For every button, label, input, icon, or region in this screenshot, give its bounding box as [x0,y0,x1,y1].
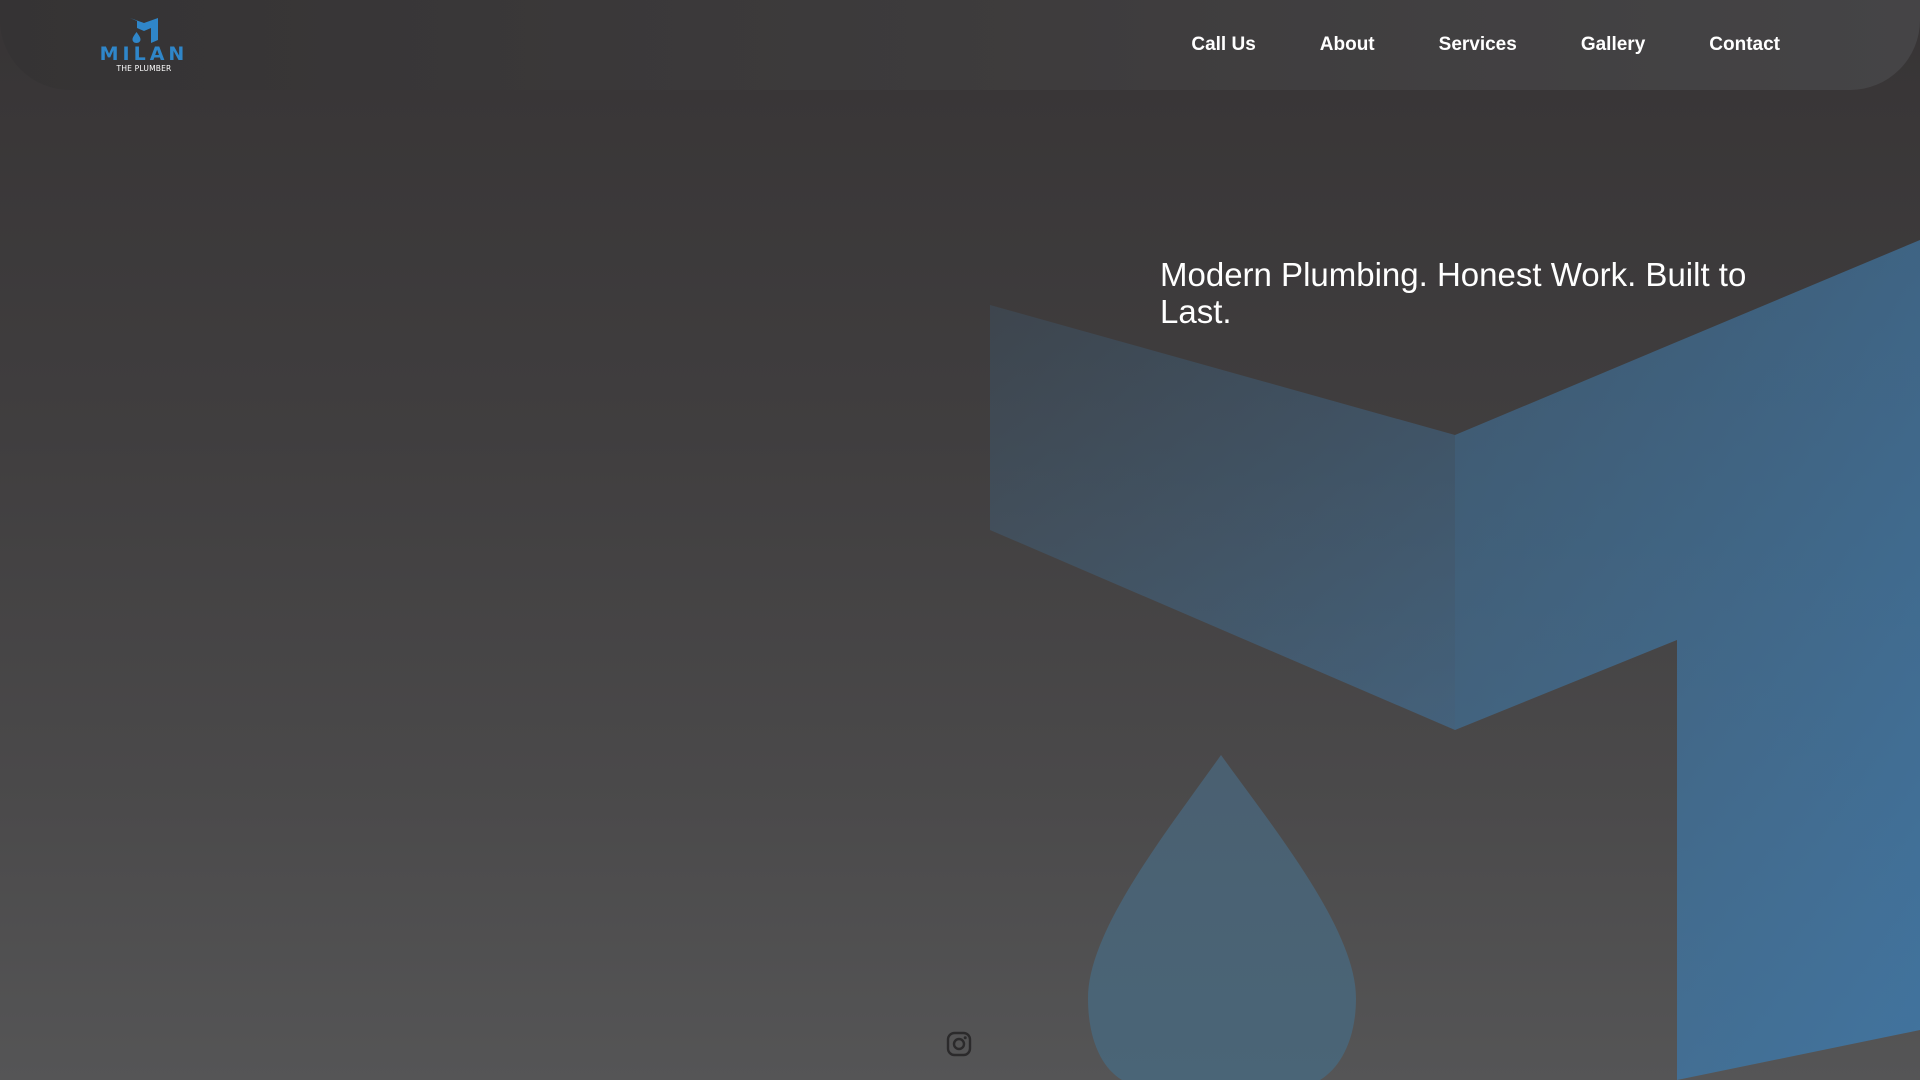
top-navigation-bar: MILAN THE PLUMBER Call Us About Services… [0,0,1920,90]
logo-m-drop-icon [130,18,158,43]
nav-gallery-link[interactable]: Gallery [1581,34,1645,56]
nav-services-link[interactable]: Services [1439,34,1517,56]
mark-right-wing [1455,240,1920,1080]
main-navigation: Call Us About Services Gallery Contact [1191,0,1780,90]
instagram-icon[interactable] [946,1031,972,1057]
background-logo-mark [990,240,1920,1080]
brand-tagline: THE PLUMBER [116,64,172,73]
nav-about-link[interactable]: About [1320,34,1375,56]
water-drop-shape [1088,755,1356,1080]
nav-call-us-link[interactable]: Call Us [1191,34,1255,56]
brand-name: MILAN [99,43,189,65]
brand-logo[interactable]: MILAN THE PLUMBER [96,16,192,76]
mark-left-arm [990,305,1455,730]
hero-title: Modern Plumbing. Honest Work. Built to L… [1160,256,1747,330]
nav-contact-link[interactable]: Contact [1709,34,1780,56]
